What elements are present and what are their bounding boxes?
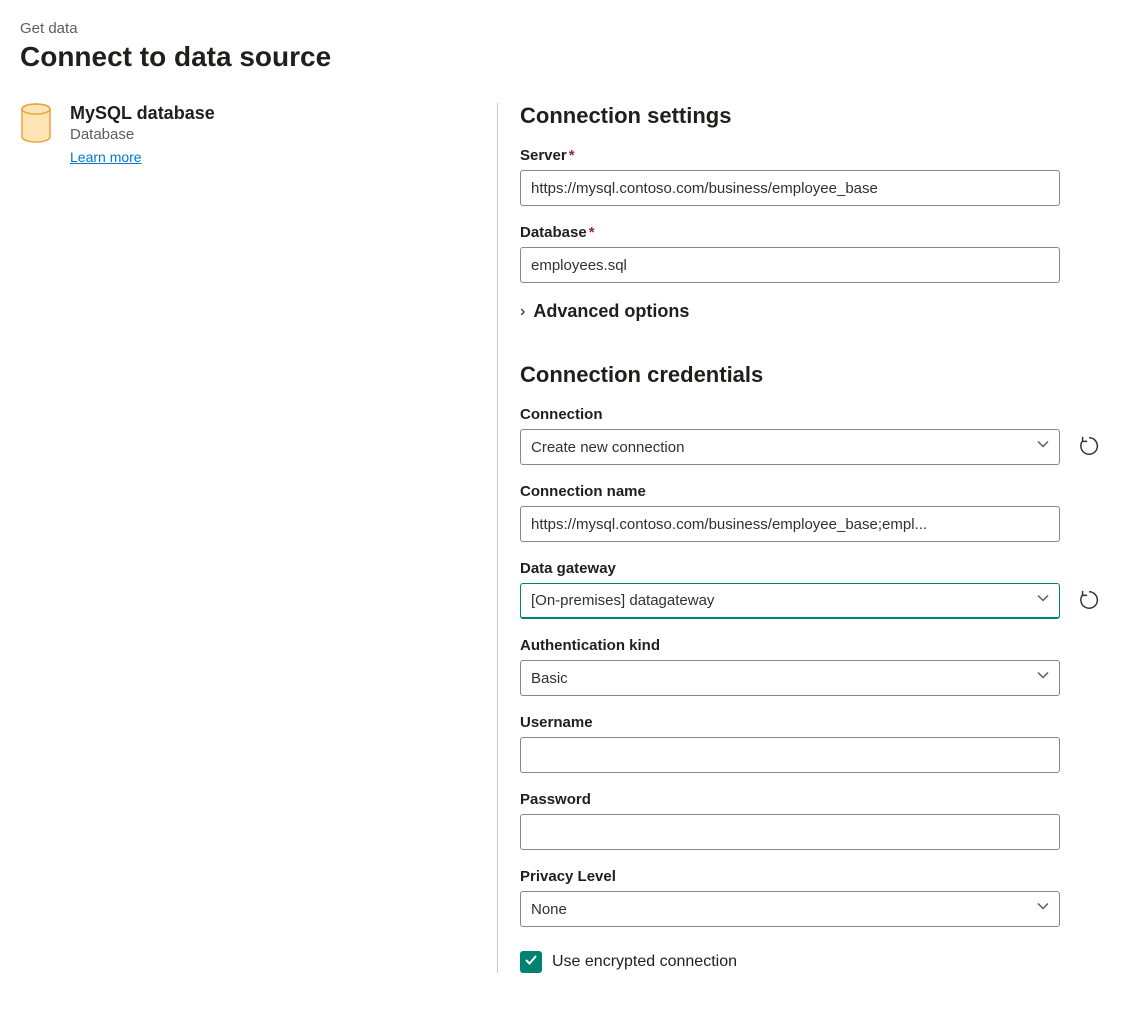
source-info: MySQL database Database Learn more [70,103,215,167]
password-input[interactable] [520,814,1060,850]
advanced-options-toggle[interactable]: › Advanced options [520,301,1104,322]
data-gateway-field: Data gateway [On-premises] datagateway [520,560,1104,619]
username-input[interactable] [520,737,1060,773]
server-label-text: Server [520,147,567,164]
gateway-refresh-button[interactable] [1074,585,1104,618]
password-label: Password [520,791,1104,808]
connection-credentials-heading: Connection credentials [520,362,1104,388]
connection-name-input[interactable] [520,506,1060,542]
refresh-icon [1078,589,1100,614]
connection-refresh-button[interactable] [1074,431,1104,464]
data-gateway-select[interactable]: [On-premises] datagateway [520,583,1060,619]
source-category: Database [70,126,215,143]
auth-kind-select[interactable]: Basic [520,660,1060,696]
required-indicator: * [589,224,595,241]
database-field: Database* [520,224,1104,283]
database-label-text: Database [520,224,587,241]
username-field: Username [520,714,1104,773]
main-container: MySQL database Database Learn more Conne… [20,103,1104,973]
password-field: Password [520,791,1104,850]
advanced-options-label: Advanced options [533,301,689,322]
server-input[interactable] [520,170,1060,206]
database-label: Database* [520,224,1104,241]
breadcrumb: Get data [20,20,1104,37]
chevron-right-icon: › [520,303,525,321]
privacy-level-label: Privacy Level [520,868,1104,885]
connection-settings-heading: Connection settings [520,103,1104,129]
refresh-icon [1078,435,1100,460]
source-name: MySQL database [70,103,215,124]
server-field: Server* [520,147,1104,206]
form-panel: Connection settings Server* Database* › … [497,103,1104,973]
username-label: Username [520,714,1104,731]
page-title: Connect to data source [20,41,1104,73]
database-input[interactable] [520,247,1060,283]
connection-name-field: Connection name [520,483,1104,542]
data-gateway-label: Data gateway [520,560,1104,577]
server-label: Server* [520,147,1104,164]
learn-more-link[interactable]: Learn more [70,149,142,165]
connection-label: Connection [520,406,1104,423]
database-icon [20,103,52,148]
connection-field: Connection Create new connection [520,406,1104,465]
connection-name-label: Connection name [520,483,1104,500]
auth-kind-field: Authentication kind Basic [520,637,1104,696]
privacy-level-select[interactable]: None [520,891,1060,927]
encrypted-checkbox[interactable] [520,951,542,973]
auth-kind-label: Authentication kind [520,637,1104,654]
privacy-level-field: Privacy Level None [520,868,1104,927]
encrypted-checkbox-label: Use encrypted connection [552,953,737,971]
connection-select[interactable]: Create new connection [520,429,1060,465]
encrypted-checkbox-row: Use encrypted connection [520,951,1104,973]
required-indicator: * [569,147,575,164]
checkmark-icon [524,953,538,972]
source-panel: MySQL database Database Learn more [20,103,497,973]
